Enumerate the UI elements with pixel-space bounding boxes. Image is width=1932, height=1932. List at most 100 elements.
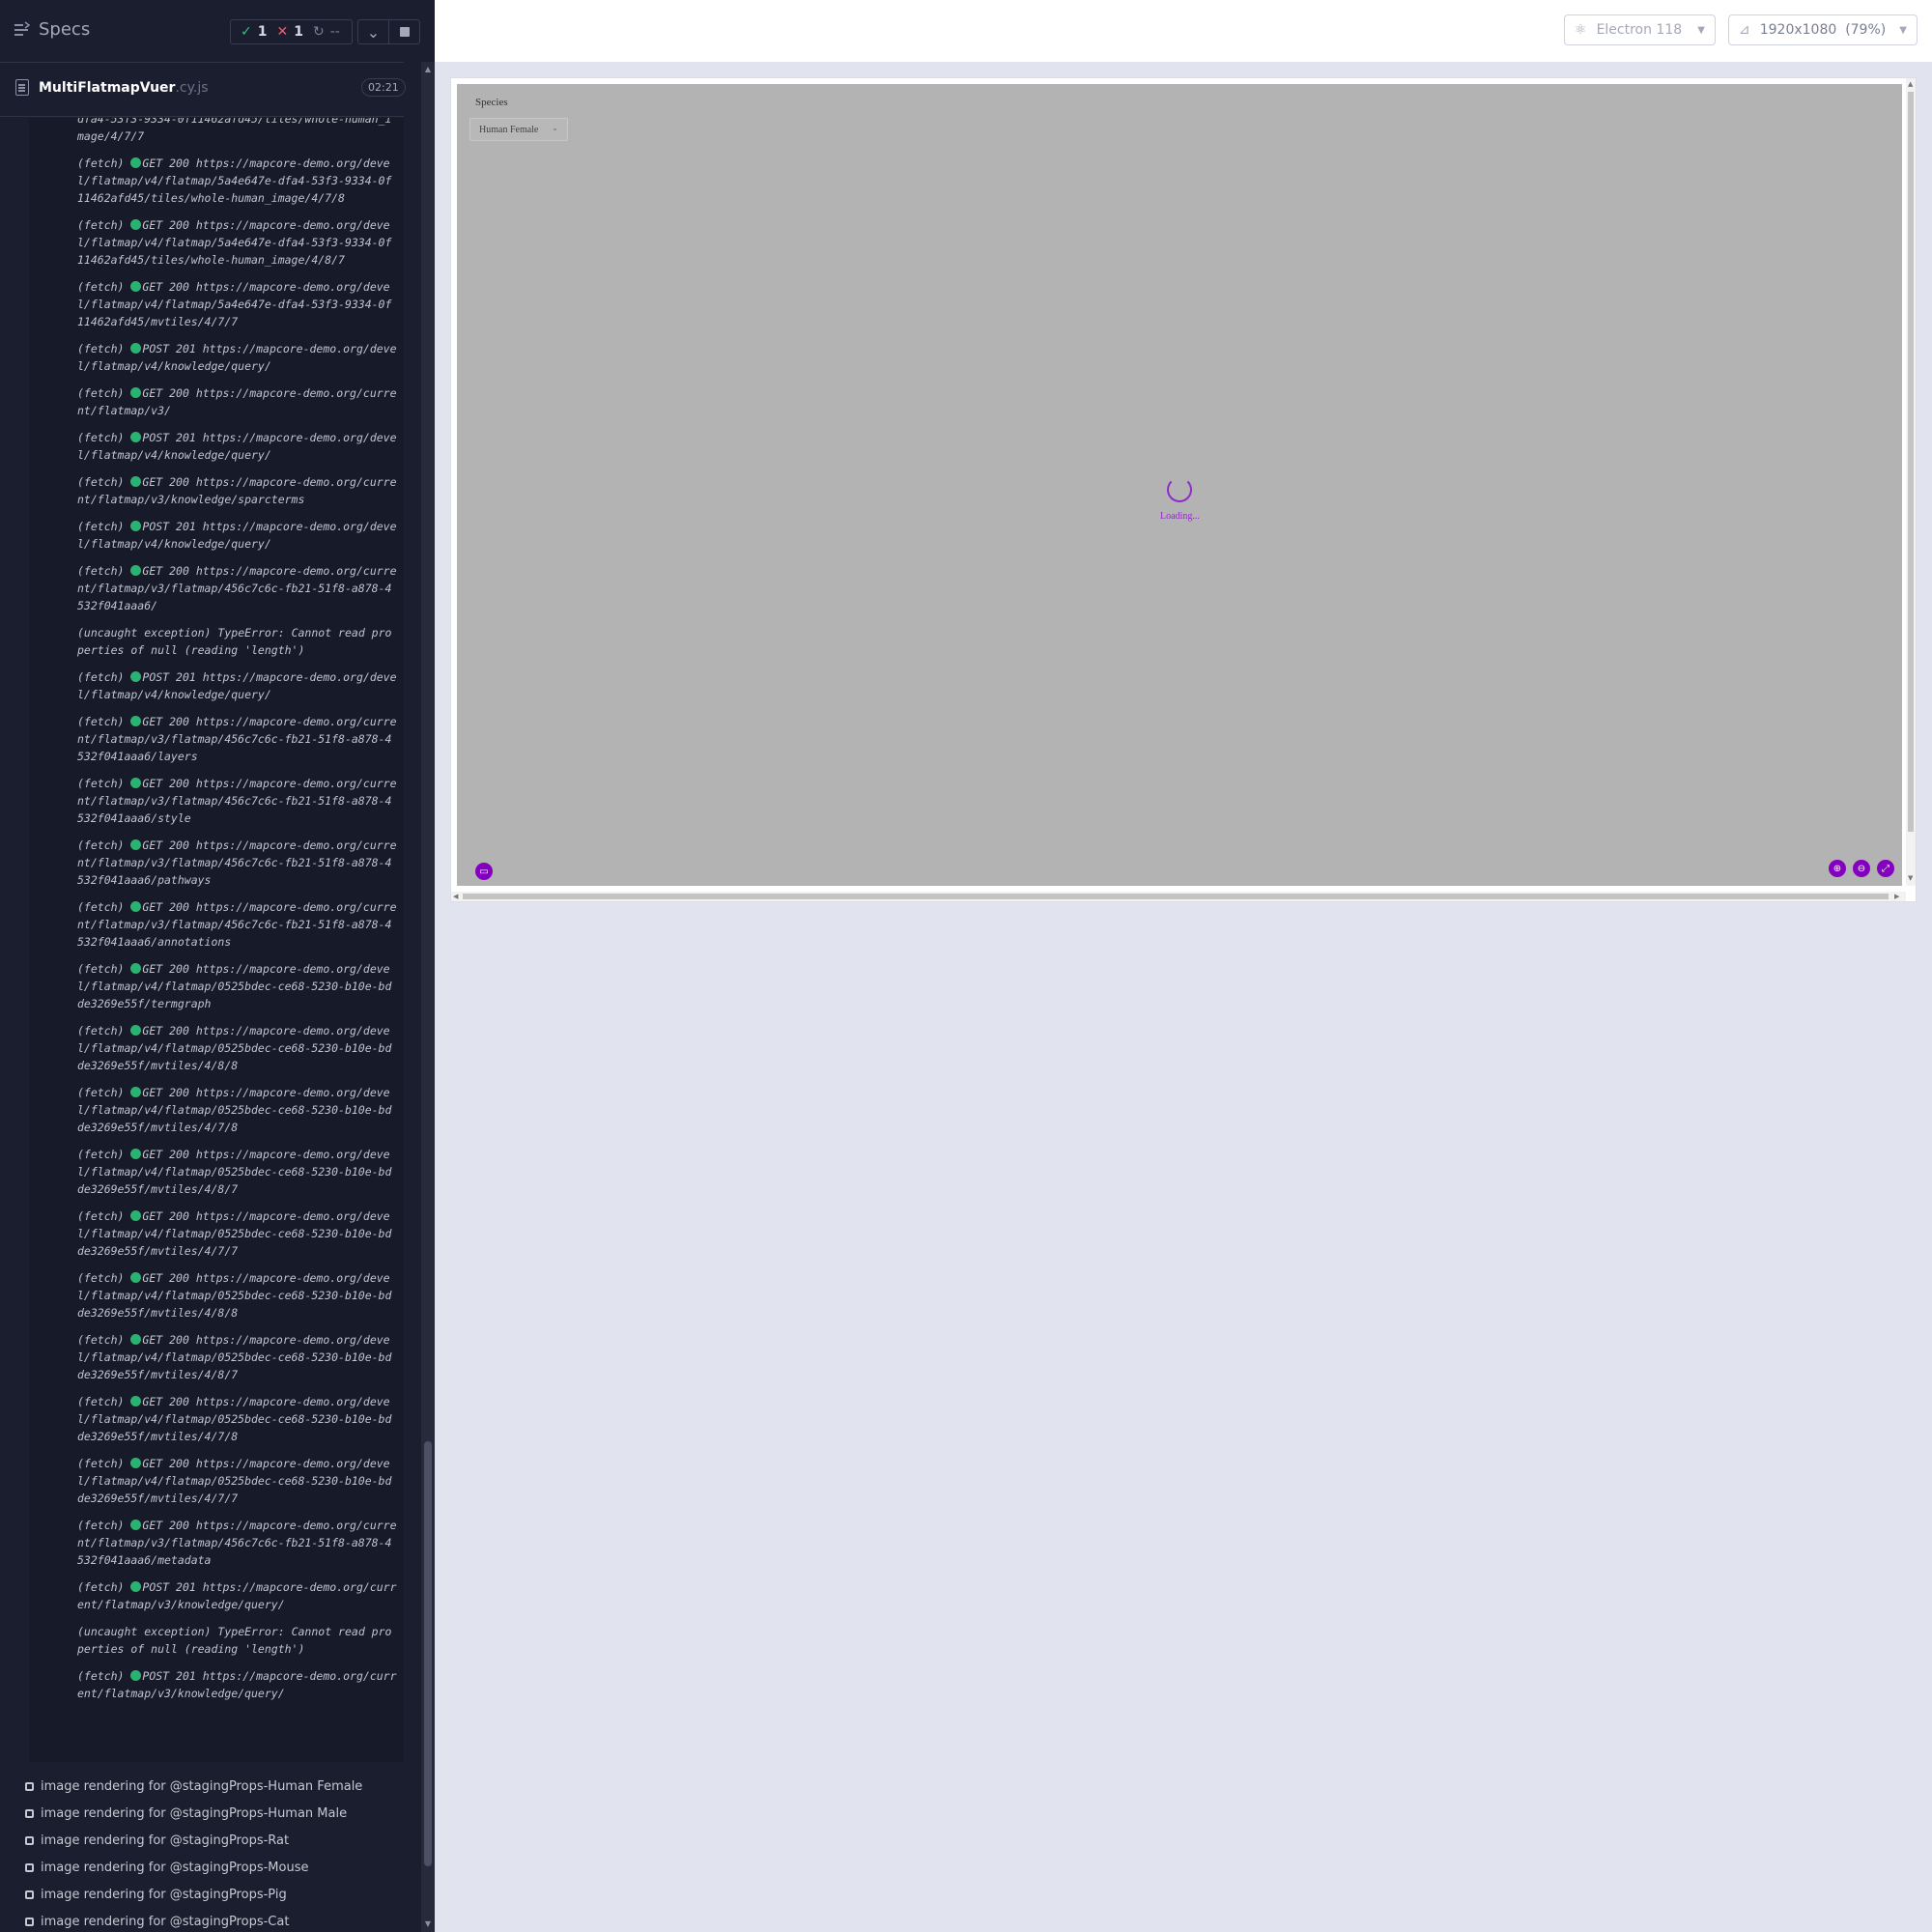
reporter-scrollbar[interactable]: ▲ ▼ <box>421 62 435 1932</box>
log-entry[interactable]: (fetch) GET 200 https://mapcore-demo.org… <box>29 562 404 614</box>
pending-test-icon <box>25 1808 34 1818</box>
log-entry[interactable]: (fetch) GET 200 https://mapcore-demo.org… <box>29 1517 404 1569</box>
log-status: GET 200 <box>142 156 189 170</box>
failed-count: ✕ 1 <box>276 24 303 40</box>
scrollbar-thumb[interactable] <box>424 1441 432 1866</box>
test-title: image rendering for @stagingProps-Pig <box>41 1887 287 1902</box>
log-status: GET 200 <box>142 777 189 790</box>
loading-text: Loading... <box>1160 511 1200 522</box>
log-entry[interactable]: (fetch) GET 200 https://mapcore-demo.org… <box>29 1455 404 1507</box>
log-entry[interactable]: (fetch) GET 200 https://mapcore-demo.org… <box>29 1146 404 1198</box>
collapse-button[interactable]: ⌄ <box>358 20 388 43</box>
scroll-up-icon[interactable]: ▲ <box>1908 80 1913 88</box>
log-entry[interactable]: (uncaught exception) TypeError: Cannot r… <box>29 1623 404 1658</box>
zoom-out-button[interactable]: ⊖ <box>1853 860 1870 877</box>
log-entry[interactable]: (fetch) GET 200 https://mapcore-demo.org… <box>29 384 404 419</box>
log-status: GET 200 <box>142 962 189 976</box>
log-type: (fetch) <box>77 520 125 533</box>
log-status: POST 201 <box>142 1580 196 1594</box>
pending-test-icon <box>25 1781 34 1791</box>
log-type: (fetch) <box>77 386 125 400</box>
log-entry[interactable]: (fetch) POST 201 https://mapcore-demo.or… <box>29 668 404 703</box>
log-type: (fetch) <box>77 962 125 976</box>
log-entry[interactable]: (fetch) GET 200 https://mapcore-demo.org… <box>29 278 404 330</box>
zoom-fit-button[interactable]: ⤢ <box>1877 860 1894 877</box>
zoom-out-icon: ⊖ <box>1857 863 1866 874</box>
log-entry[interactable]: (fetch) GET 200 https://mapcore-demo.org… <box>29 1331 404 1383</box>
frame-vertical-scrollbar[interactable]: ▲ ▼ <box>1906 78 1916 886</box>
log-type: (fetch) <box>77 715 125 728</box>
log-status: GET 200 <box>142 1333 189 1347</box>
pending-test-icon <box>25 1835 34 1845</box>
loading-spinner-icon <box>1167 477 1192 502</box>
log-entry[interactable]: (fetch) GET 200 https://mapcore-demo.org… <box>29 960 404 1012</box>
frame-vertical-thumb[interactable] <box>1908 92 1914 832</box>
log-status: POST 201 <box>142 670 196 684</box>
log-entry[interactable]: (fetch) GET 200 https://mapcore-demo.org… <box>29 837 404 889</box>
scroll-left-icon[interactable]: ◀ <box>453 893 458 900</box>
viewport-selector[interactable]: ⊿ 1920x1080 (79%) ▼ <box>1728 14 1918 45</box>
stop-button[interactable] <box>388 20 419 43</box>
zoom-in-button[interactable]: ⊕ <box>1829 860 1846 877</box>
document-icon <box>15 79 29 96</box>
log-status: GET 200 <box>142 1209 189 1223</box>
species-select[interactable]: Human Female ⌄ <box>469 118 568 141</box>
background-toggle-button[interactable]: ▭ <box>475 863 493 880</box>
scroll-up-icon[interactable]: ▲ <box>421 64 435 75</box>
log-entry[interactable]: (fetch) POST 201 https://mapcore-demo.or… <box>29 518 404 553</box>
log-entry[interactable]: (fetch) GET 200 https://mapcore-demo.org… <box>29 155 404 207</box>
log-message: https://mapcore-demo.org/devel/flatmap/v… <box>77 1024 392 1072</box>
pending-test-icon <box>25 1917 34 1926</box>
log-entry[interactable]: (fetch) POST 201 https://mapcore-demo.or… <box>29 1667 404 1702</box>
scroll-down-icon[interactable]: ▼ <box>421 1918 435 1930</box>
test-item[interactable]: image rendering for @stagingProps-Mouse <box>25 1858 308 1877</box>
test-item[interactable]: image rendering for @stagingProps-Pig <box>25 1885 287 1904</box>
electron-icon: ⚛ <box>1575 22 1587 38</box>
status-dot-icon <box>130 1670 142 1681</box>
log-type: (fetch) <box>77 1669 125 1683</box>
log-entry[interactable]: (fetch) POST 201 https://mapcore-demo.or… <box>29 340 404 375</box>
status-dot-icon <box>130 1025 142 1036</box>
log-entry[interactable]: (fetch) GET 200 https://mapcore-demo.org… <box>29 1208 404 1260</box>
flatmap-viewer[interactable]: Species Human Female ⌄ Loading... ▭ ⊕ ⊖ … <box>457 84 1902 886</box>
status-dot-icon <box>130 219 142 230</box>
pending-count: ↻ -- <box>312 24 340 40</box>
log-entry[interactable]: (fetch) GET 200 https://mapcore-demo.org… <box>29 473 404 508</box>
status-dot-icon <box>130 1087 142 1097</box>
specs-title[interactable]: Specs <box>39 19 90 40</box>
status-dot-icon <box>130 1334 142 1345</box>
browser-selector[interactable]: ⚛ Electron 118 ▼ <box>1564 14 1716 45</box>
log-entry[interactable]: (fetch) GET 200 https://mapcore-demo.org… <box>29 775 404 827</box>
log-entry[interactable]: (fetch) GET 200 https://mapcore-demo.org… <box>29 1269 404 1321</box>
log-entry[interactable]: (fetch) GET 200 https://mapcore-demo.org… <box>29 1022 404 1074</box>
log-message: https://mapcore-demo.org/current/flatmap… <box>77 1669 397 1700</box>
spec-file-row[interactable]: MultiFlatmapVuer.cy.js 02:21 <box>0 64 406 117</box>
log-type: (fetch) <box>77 342 125 355</box>
spinner-icon: ↻ <box>312 24 325 40</box>
log-entry[interactable]: (fetch) POST 201 https://mapcore-demo.or… <box>29 1578 404 1613</box>
frame-horizontal-scrollbar[interactable]: ◀ ▶ <box>451 892 1906 901</box>
specs-menu-icon[interactable] <box>14 21 30 39</box>
spec-file-name[interactable]: MultiFlatmapVuer.cy.js <box>39 80 209 96</box>
fit-icon: ⤢ <box>1882 863 1889 874</box>
scroll-right-icon[interactable]: ▶ <box>1894 893 1899 900</box>
log-message: dfa4-53f3-9334-0f11462afd45/tiles/whole-… <box>77 118 392 143</box>
log-status: GET 200 <box>142 1519 189 1532</box>
log-entry[interactable]: (fetch) GET 200 https://mapcore-demo.org… <box>29 898 404 951</box>
scroll-down-icon[interactable]: ▼ <box>1908 874 1913 882</box>
frame-horizontal-thumb[interactable] <box>463 894 1889 899</box>
log-entry[interactable]: (fetch) GET 200 https://mapcore-demo.org… <box>29 1393 404 1445</box>
test-item[interactable]: image rendering for @stagingProps-Human … <box>25 1804 347 1823</box>
log-entry[interactable]: (fetch) POST 201 https://mapcore-demo.or… <box>29 429 404 464</box>
log-entry[interactable]: (fetch) GET 200 https://mapcore-demo.org… <box>29 1084 404 1136</box>
log-entry[interactable]: (fetch) GET 200 https://mapcore-demo.org… <box>29 713 404 765</box>
log-entry[interactable]: (fetch) GET 200 https://mapcore-demo.org… <box>29 216 404 269</box>
log-entry[interactable]: (uncaught exception) TypeError: Cannot r… <box>29 624 404 659</box>
test-item[interactable]: image rendering for @stagingProps-Human … <box>25 1776 362 1796</box>
test-item[interactable]: image rendering for @stagingProps-Rat <box>25 1831 289 1850</box>
log-type: (fetch) <box>77 838 125 852</box>
command-log-list: dfa4-53f3-9334-0f11462afd45/tiles/whole-… <box>29 118 404 1712</box>
log-entry[interactable]: dfa4-53f3-9334-0f11462afd45/tiles/whole-… <box>29 118 404 145</box>
test-title: image rendering for @stagingProps-Mouse <box>41 1860 309 1875</box>
test-item[interactable]: image rendering for @stagingProps-Cat <box>25 1912 289 1931</box>
